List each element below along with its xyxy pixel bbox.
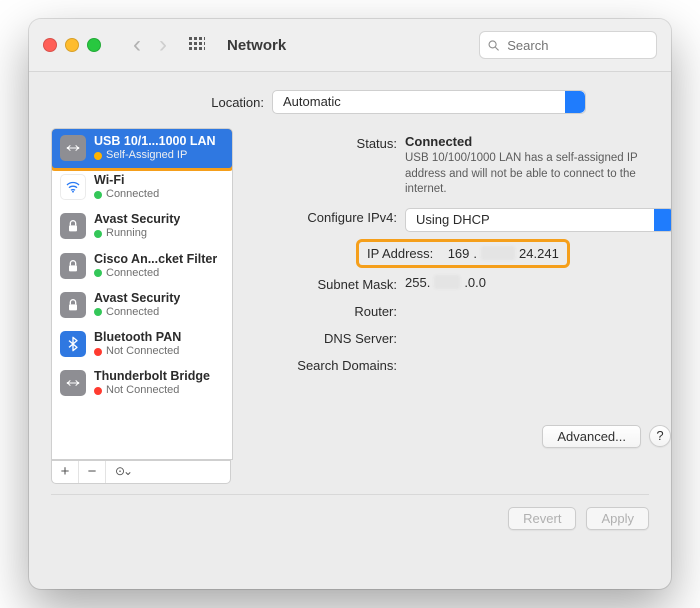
location-label: Location: [114, 95, 264, 110]
remove-service-button[interactable]: − [79, 461, 106, 483]
subnet-mask-row: Subnet Mask: 255..0.0 [243, 275, 671, 292]
sidebar-item-thunderbolt[interactable]: Thunderbolt Bridge Not Connected [52, 364, 232, 403]
status-dot-icon [94, 308, 102, 316]
status-dot-icon [94, 348, 102, 356]
sidebar-item-usb-lan[interactable]: USB 10/1...1000 LAN Self-Assigned IP [52, 129, 232, 168]
sidebar-toolbar: + − ⊙⌄ [51, 460, 231, 484]
location-popup[interactable]: Automatic ▲▼ [272, 90, 586, 114]
bridge-icon [60, 370, 86, 396]
network-services-list: USB 10/1...1000 LAN Self-Assigned IP Wi-… [51, 128, 233, 460]
lock-icon [60, 292, 86, 318]
main-content: USB 10/1...1000 LAN Self-Assigned IP Wi-… [29, 122, 671, 484]
nav-buttons: ‹ › [133, 33, 167, 57]
status-label: Status: [243, 134, 405, 151]
window-title: Network [227, 37, 286, 54]
status-row: Status: Connected USB 10/100/1000 LAN ha… [243, 134, 671, 198]
sidebar-item-avast-1[interactable]: Avast Security Running [52, 207, 232, 246]
popup-arrows-icon: ▲▼ [658, 211, 670, 229]
status-dot-icon [94, 269, 102, 277]
subnet-mask-label: Subnet Mask: [243, 275, 405, 292]
apply-button[interactable]: Apply [586, 507, 649, 530]
back-button[interactable]: ‹ [133, 33, 141, 57]
ip-address-row: IP Address: 169.24.241 [243, 242, 671, 265]
location-row: Location: Automatic ▲▼ [29, 72, 671, 122]
ip-address-value: 169.24.241 [448, 246, 559, 261]
service-actions-button[interactable]: ⊙⌄ [106, 461, 140, 483]
help-button[interactable]: ? [649, 425, 671, 447]
search-domains-label: Search Domains: [243, 356, 405, 373]
show-all-icon[interactable] [189, 37, 205, 53]
sidebar-item-status: Connected [106, 188, 159, 201]
router-row: Router: [243, 302, 671, 319]
dns-server-row: DNS Server: [243, 329, 671, 346]
status-description: USB 10/100/1000 LAN has a self-assigned … [405, 151, 655, 198]
advanced-button[interactable]: Advanced... [542, 425, 641, 448]
sidebar-item-label: Thunderbolt Bridge [94, 369, 210, 384]
sidebar-item-label: Cisco An...cket Filter [94, 252, 217, 267]
revert-button[interactable]: Revert [508, 507, 576, 530]
search-field[interactable] [479, 31, 657, 59]
search-icon [488, 39, 499, 52]
popup-arrows-icon: ▲▼ [569, 93, 581, 111]
window-controls [43, 38, 101, 52]
redacted-icon [434, 275, 460, 289]
minimize-window-button[interactable] [65, 38, 79, 52]
status-value: Connected [405, 134, 671, 149]
lock-icon [60, 253, 86, 279]
configure-ipv4-value: Using DHCP [416, 212, 490, 227]
sidebar-item-wifi[interactable]: Wi-Fi Connected [52, 168, 232, 207]
sidebar-item-status: Connected [106, 306, 159, 319]
zoom-window-button[interactable] [87, 38, 101, 52]
configure-ipv4-row: Configure IPv4: Using DHCP ▲▼ [243, 208, 671, 232]
sidebar-item-status: Not Connected [106, 384, 179, 397]
add-service-button[interactable]: + [52, 461, 79, 483]
sidebar-item-label: Avast Security [94, 291, 180, 306]
close-window-button[interactable] [43, 38, 57, 52]
redacted-icon [481, 246, 515, 260]
search-input[interactable] [505, 37, 648, 54]
sidebar-item-label: Avast Security [94, 212, 180, 227]
subnet-mask-value: 255..0.0 [405, 275, 486, 290]
sidebar-item-cisco[interactable]: Cisco An...cket Filter Connected [52, 247, 232, 286]
network-services-panel: USB 10/1...1000 LAN Self-Assigned IP Wi-… [51, 128, 231, 484]
search-domains-row: Search Domains: [243, 356, 671, 373]
location-value: Automatic [283, 94, 341, 109]
footer-buttons: Revert Apply [29, 495, 671, 530]
sidebar-item-label: Bluetooth PAN [94, 330, 181, 345]
status-dot-icon [94, 387, 102, 395]
sidebar-item-label: USB 10/1...1000 LAN [94, 134, 216, 149]
configure-ipv4-popup[interactable]: Using DHCP ▲▼ [405, 208, 671, 232]
ip-address-label: IP Address: [367, 246, 433, 261]
status-dot-icon [94, 152, 102, 160]
sidebar-item-avast-2[interactable]: Avast Security Connected [52, 286, 232, 325]
wifi-icon [60, 174, 86, 200]
sidebar-item-label: Wi-Fi [94, 173, 159, 188]
sidebar-item-status: Self-Assigned IP [106, 149, 187, 162]
bluetooth-icon [60, 331, 86, 357]
sidebar-item-status: Connected [106, 267, 159, 280]
ethernet-icon [60, 135, 86, 161]
details-pane: Status: Connected USB 10/100/1000 LAN ha… [243, 128, 671, 484]
sidebar-item-status: Not Connected [106, 345, 179, 358]
dns-server-label: DNS Server: [243, 329, 405, 346]
sidebar-item-bluetooth[interactable]: Bluetooth PAN Not Connected [52, 325, 232, 364]
forward-button[interactable]: › [159, 33, 167, 57]
status-dot-icon [94, 191, 102, 199]
sidebar-item-status: Running [106, 227, 147, 240]
lock-icon [60, 213, 86, 239]
titlebar: ‹ › Network [29, 19, 671, 72]
status-dot-icon [94, 230, 102, 238]
system-preferences-window: ‹ › Network Location: Automatic ▲▼ [29, 19, 671, 589]
configure-ipv4-label: Configure IPv4: [243, 208, 405, 225]
router-label: Router: [243, 302, 405, 319]
ip-address-highlight: IP Address: 169.24.241 [359, 242, 567, 265]
